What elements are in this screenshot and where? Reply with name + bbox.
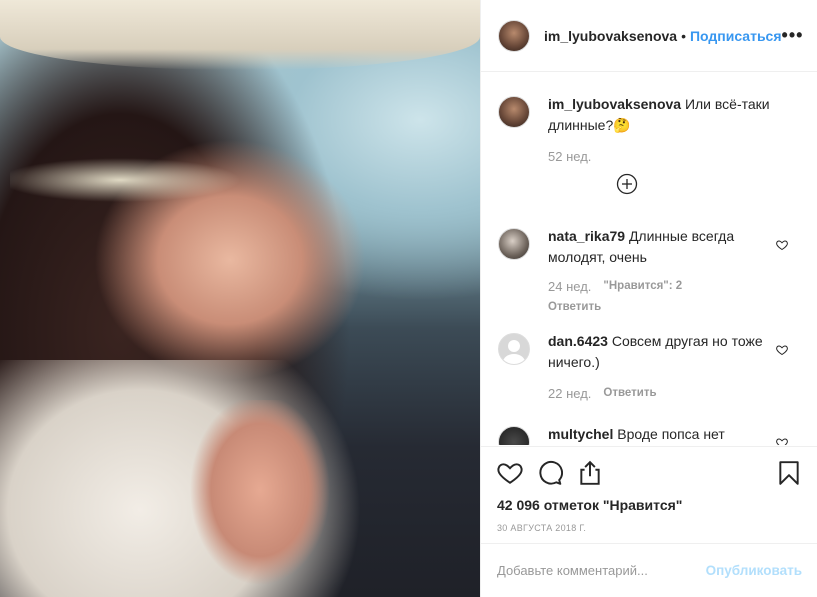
photo-awning bbox=[0, 0, 480, 70]
photo-flare bbox=[10, 150, 250, 210]
publish-button[interactable]: Опубликовать bbox=[706, 563, 802, 578]
action-icons bbox=[497, 459, 802, 487]
caption-avatar[interactable] bbox=[498, 96, 530, 128]
comment-username[interactable]: nata_rika79 bbox=[548, 228, 625, 244]
comment-age[interactable]: 24 нед. bbox=[548, 276, 591, 297]
plus-circle-icon[interactable] bbox=[616, 173, 638, 195]
comment-avatar[interactable] bbox=[498, 333, 530, 365]
comment-input[interactable] bbox=[497, 563, 706, 578]
comment-username[interactable]: multychel bbox=[548, 426, 613, 442]
comment-item: multychel Вроде попса нет bbox=[481, 426, 817, 445]
author-username[interactable]: im_lyubovaksenova bbox=[544, 28, 677, 44]
heart-icon[interactable] bbox=[497, 460, 523, 486]
reply-button[interactable]: Ответить bbox=[603, 383, 656, 404]
photo-hand bbox=[180, 400, 340, 590]
comment-likes[interactable]: "Нравится": 2 bbox=[603, 276, 682, 297]
post-date[interactable]: 30 августа 2018 г. bbox=[497, 523, 802, 533]
likes-count[interactable]: 42 096 отметок "Нравится" bbox=[497, 497, 802, 513]
comment-avatar[interactable] bbox=[498, 228, 530, 260]
more-options-icon[interactable]: ••• bbox=[782, 25, 804, 46]
comment-heart-icon[interactable] bbox=[776, 239, 788, 251]
comment-age[interactable]: 22 нед. bbox=[548, 383, 591, 404]
comment-item: nata_rika79 Длинные всегда молодят, очен… bbox=[481, 228, 817, 318]
post-dialog: im_lyubovaksenova • Подписаться ••• im_l… bbox=[0, 0, 817, 597]
add-comment-bar: Опубликовать bbox=[481, 543, 817, 597]
follow-button[interactable]: Подписаться bbox=[690, 28, 782, 44]
comments-list[interactable]: im_lyubovaksenova Или всё-таки длинные?🤔… bbox=[481, 73, 817, 445]
comment-item: dan.6423 Совсем другая но тоже ничего.) … bbox=[481, 333, 817, 404]
caption-age[interactable]: 52 нед. bbox=[548, 146, 591, 167]
comment-text: Вроде попса нет bbox=[617, 426, 725, 442]
author-avatar[interactable] bbox=[498, 19, 530, 52]
caption-item: im_lyubovaksenova Или всё-таки длинные?🤔… bbox=[481, 96, 817, 167]
comment-heart-icon[interactable] bbox=[776, 437, 788, 445]
comment-heart-icon[interactable] bbox=[776, 344, 788, 356]
comment-icon[interactable] bbox=[537, 460, 563, 486]
post-photo[interactable] bbox=[0, 0, 480, 597]
post-panel: im_lyubovaksenova • Подписаться ••• im_l… bbox=[480, 0, 817, 597]
post-header: im_lyubovaksenova • Подписаться ••• bbox=[481, 0, 817, 72]
header-separator: • bbox=[681, 27, 686, 44]
comment-username[interactable]: dan.6423 bbox=[548, 333, 608, 349]
reply-button[interactable]: Ответить bbox=[548, 297, 601, 318]
share-icon[interactable] bbox=[577, 460, 603, 486]
bookmark-icon[interactable] bbox=[776, 460, 802, 486]
caption-username[interactable]: im_lyubovaksenova bbox=[548, 96, 681, 112]
comment-avatar[interactable] bbox=[498, 426, 530, 445]
post-actions: 42 096 отметок "Нравится" 30 августа 201… bbox=[481, 446, 817, 533]
